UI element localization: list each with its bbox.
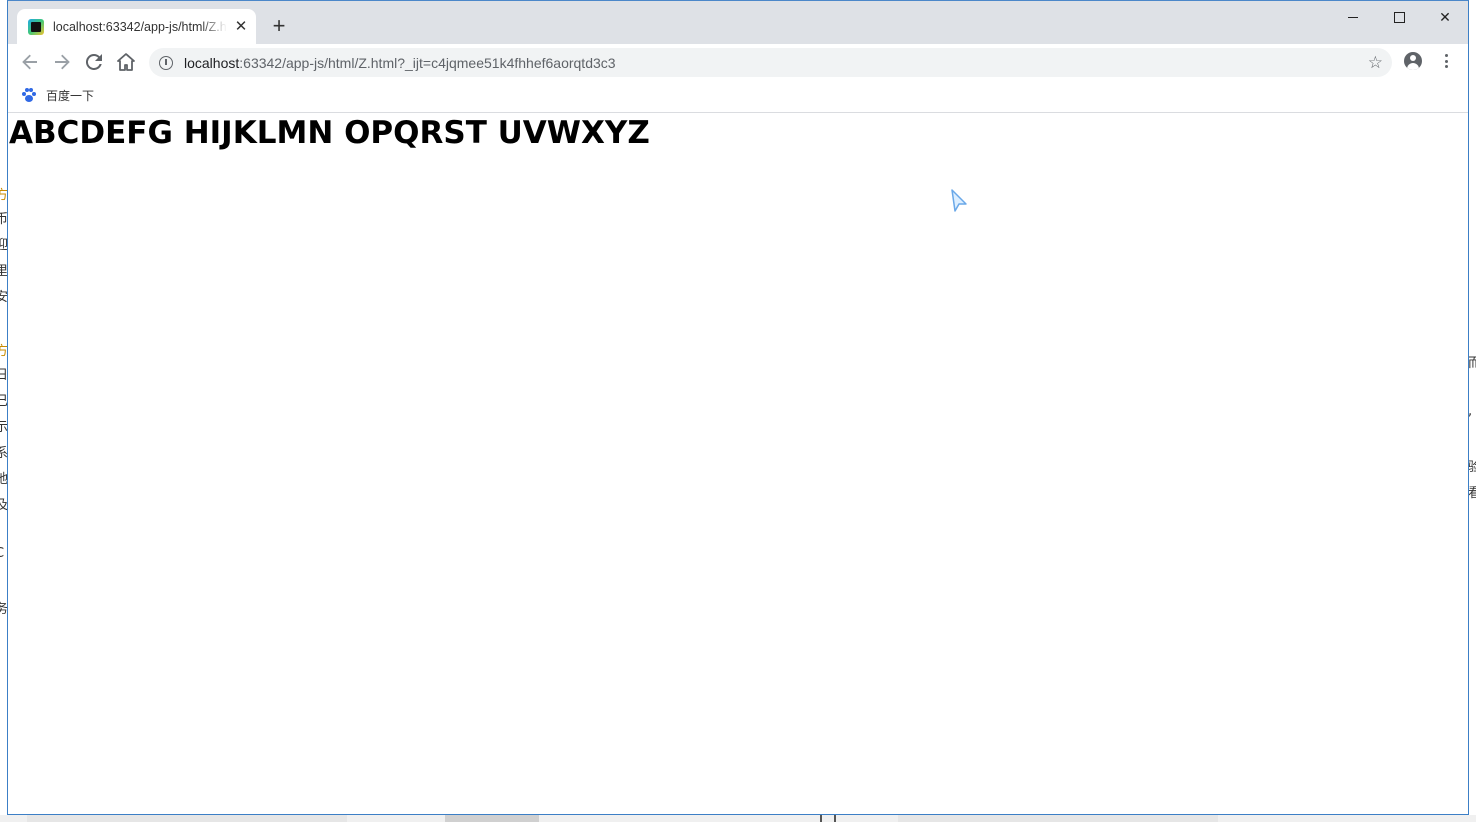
reload-icon (86, 54, 102, 70)
url-path: :63342/app-js/html/Z.html?_ijt=c4jqmee51… (239, 54, 616, 71)
minimize-button[interactable] (1330, 3, 1376, 31)
mouse-cursor-icon (951, 189, 967, 212)
maximize-button[interactable] (1376, 3, 1422, 31)
browser-window: localhost:63342/app-js/html/Z.html?_ijt=… (7, 0, 1469, 815)
site-info-icon[interactable] (159, 55, 173, 70)
profile-avatar-icon[interactable] (1404, 52, 1422, 70)
bookmark-baidu[interactable]: 百度一下 (22, 85, 94, 105)
home-icon (117, 53, 135, 71)
bookmark-label: 百度一下 (46, 88, 95, 103)
page-content: ABCDEFG HIJKLMN OPQRST UVWXYZ (8, 113, 1468, 814)
url-text[interactable]: localhost:63342/app-js/html/Z.html?_ijt=… (184, 55, 616, 71)
new-tab-button[interactable]: + (268, 15, 290, 37)
taskbar-edge (0, 815, 1476, 822)
browser-tab[interactable]: localhost:63342/app-js/html/Z.html?_ijt=… (17, 9, 256, 44)
webstorm-favicon-icon (28, 18, 44, 35)
address-bar[interactable]: localhost:63342/app-js/html/Z.html?_ijt=… (149, 48, 1392, 77)
url-host: localhost (184, 54, 240, 71)
close-icon: ✕ (1439, 8, 1451, 25)
arrow-left-icon (22, 54, 37, 70)
tab-close-icon[interactable]: ✕ (232, 18, 250, 36)
maximize-icon (1393, 11, 1405, 23)
minimize-icon (1348, 16, 1358, 18)
reload-button[interactable] (81, 49, 107, 75)
bookmarks-bar: 百度一下 (8, 80, 1468, 113)
star-icon[interactable]: ☆ (1368, 53, 1383, 73)
back-button[interactable] (17, 49, 43, 75)
arrow-right-icon (55, 54, 70, 70)
browser-toolbar: localhost:63342/app-js/html/Z.html?_ijt=… (8, 44, 1468, 80)
forward-button[interactable] (49, 49, 75, 75)
home-button[interactable] (113, 49, 139, 75)
tab-title: localhost:63342/app-js/html/Z.html?_ijt=… (53, 19, 227, 34)
page-heading: ABCDEFG HIJKLMN OPQRST UVWXYZ (9, 115, 650, 151)
background-window-right-edge: 而 , 验 看 (1469, 356, 1476, 501)
title-bar: localhost:63342/app-js/html/Z.html?_ijt=… (8, 1, 1468, 44)
baidu-paw-icon (22, 88, 36, 102)
close-window-button[interactable]: ✕ (1422, 3, 1468, 31)
more-menu-icon[interactable] (1440, 52, 1452, 70)
